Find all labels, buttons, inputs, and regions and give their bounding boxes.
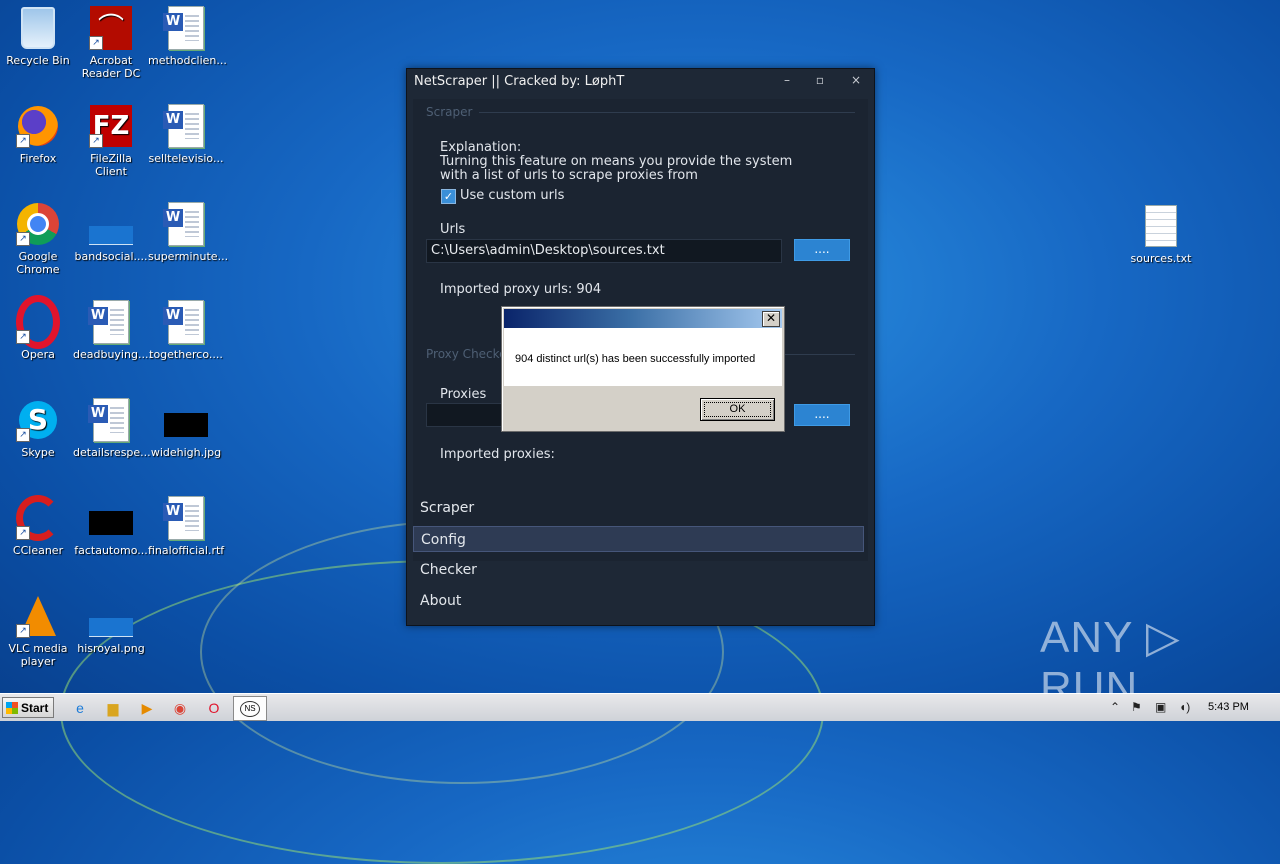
taskbar: Start e ▆ ▶ ◉ O NS ⌃ ⚑ ▣ ◖) 5:43 PM	[0, 693, 1280, 721]
scraper-group-title: Scraper	[426, 105, 473, 119]
app-titlebar[interactable]: NetScraper || Cracked by: LøphT – ▫ ×	[407, 69, 874, 93]
volume-icon[interactable]: ◖)	[1179, 700, 1190, 714]
action-center-flag-icon[interactable]: ⚑	[1131, 700, 1142, 714]
word-doc-icon: W	[163, 202, 208, 246]
word-doc-icon: W	[88, 398, 133, 442]
desktop-icon-doc[interactable]: W selltelevisio...	[148, 104, 224, 165]
checker-group-title: Proxy Checker	[426, 347, 512, 361]
file-explorer-icon[interactable]: ▆	[103, 698, 123, 718]
checkmark-icon: ✓	[443, 190, 454, 203]
desktop-icon-ccleaner[interactable]: ↗ CCleaner	[0, 495, 76, 557]
firefox-icon: ↗	[16, 104, 60, 148]
explanation-text: with a list of urls to scrape proxies fr…	[440, 168, 698, 183]
nav-item-checker[interactable]: Checker	[413, 557, 864, 583]
desktop-icon-vlc[interactable]: ↗ VLC media player	[0, 594, 76, 668]
desktop-icon-doc[interactable]: W togetherco....	[148, 300, 224, 361]
windows-flag-icon	[6, 702, 18, 714]
image-file-icon	[89, 202, 133, 246]
message-dialog: ✕ 904 distinct url(s) has been successfu…	[501, 306, 785, 432]
urls-label: Urls	[440, 222, 466, 237]
clock[interactable]: 5:43 PM	[1208, 701, 1249, 713]
vlc-icon: ↗	[16, 594, 60, 638]
proxies-label: Proxies	[440, 387, 487, 402]
media-player-icon[interactable]: ▶	[137, 698, 157, 718]
text-file-icon	[1139, 204, 1183, 248]
desktop-icon-image[interactable]: factautomo...	[73, 496, 149, 557]
start-label: Start	[21, 701, 49, 715]
network-icon[interactable]: ▣	[1155, 700, 1166, 714]
recycle-bin-icon	[16, 6, 60, 50]
urls-input[interactable]: C:\Users\admin\Desktop\sources.txt	[426, 239, 782, 263]
word-doc-icon: W	[163, 496, 208, 540]
desktop-icon-filezilla[interactable]: FZ ↗ FileZilla Client	[73, 104, 149, 178]
ccleaner-icon: ↗	[16, 495, 60, 541]
acrobat-icon: ⌒ ↗	[89, 6, 133, 50]
shortcut-arrow-icon: ↗	[16, 526, 30, 540]
image-file-icon	[89, 496, 133, 540]
desktop-icon-image[interactable]: widehigh.jpg	[148, 398, 224, 459]
word-doc-icon: W	[88, 300, 133, 344]
desktop-icon-opera[interactable]: ↗ Opera	[0, 295, 76, 361]
maximize-button[interactable]: ▫	[811, 73, 829, 87]
desktop-icon-doc[interactable]: W finalofficial.rtf	[148, 496, 224, 557]
desktop-icon-sources-txt[interactable]: sources.txt	[1123, 204, 1199, 265]
image-file-icon	[89, 594, 133, 638]
desktop-icon-doc[interactable]: W detailsrespe...	[73, 398, 151, 459]
explanation-text: Turning this feature on means you provid…	[440, 154, 793, 169]
shortcut-arrow-icon: ↗	[16, 330, 30, 344]
opera-icon: ↗	[16, 295, 60, 349]
dialog-titlebar[interactable]: ✕	[504, 309, 782, 328]
desktop-icon-doc[interactable]: W deadbuying....	[73, 300, 152, 361]
desktop-icon-image[interactable]: hisroyal.png	[73, 594, 149, 655]
desktop-icon-skype[interactable]: S ↗ Skype	[0, 398, 76, 459]
show-hidden-icons[interactable]: ⌃	[1110, 700, 1120, 714]
minimize-button[interactable]: –	[778, 73, 796, 87]
imported-proxies-label: Imported proxies:	[440, 447, 555, 462]
use-custom-urls-label: Use custom urls	[460, 188, 565, 203]
proxies-browse-button[interactable]: ....	[794, 404, 850, 426]
word-doc-icon: W	[163, 104, 208, 148]
opera-taskbar-icon[interactable]: O	[204, 698, 224, 718]
filezilla-icon: FZ ↗	[89, 104, 133, 148]
urls-browse-button[interactable]: ....	[794, 239, 850, 261]
imported-urls-count: Imported proxy urls: 904	[440, 282, 602, 297]
desktop-icon-doc[interactable]: W methodclien...	[148, 6, 227, 67]
close-button[interactable]: ×	[847, 73, 865, 87]
dialog-message: 904 distinct url(s) has been successfull…	[515, 353, 756, 365]
dialog-close-button[interactable]: ✕	[762, 311, 780, 327]
desktop-icon-chrome[interactable]: ↗ Google Chrome	[0, 202, 76, 276]
skype-icon: S ↗	[16, 398, 60, 442]
start-button[interactable]: Start	[2, 697, 54, 718]
internet-explorer-icon[interactable]: e	[70, 698, 90, 718]
shortcut-arrow-icon: ↗	[89, 134, 103, 148]
shortcut-arrow-icon: ↗	[16, 428, 30, 442]
desktop-icon-doc[interactable]: W superminute...	[148, 202, 228, 263]
desktop-icon-recycle-bin[interactable]: Recycle Bin	[0, 6, 76, 67]
chrome-icon: ↗	[16, 202, 60, 246]
chrome-taskbar-icon[interactable]: ◉	[170, 698, 190, 718]
side-nav: Scraper Config Checker About	[413, 493, 868, 623]
nav-item-scraper[interactable]: Scraper	[413, 495, 864, 521]
desktop-icon-firefox[interactable]: ↗ Firefox	[0, 104, 76, 165]
shortcut-arrow-icon: ↗	[16, 232, 30, 246]
desktop-icon-image[interactable]: bandsocial....	[73, 202, 149, 263]
nav-item-config[interactable]: Config	[413, 526, 864, 552]
use-custom-urls-checkbox[interactable]: ✓	[441, 189, 456, 204]
dialog-body: 904 distinct url(s) has been successfull…	[504, 328, 782, 386]
nav-item-about[interactable]: About	[413, 588, 864, 614]
app-title: NetScraper || Cracked by: LøphT	[414, 74, 625, 89]
group-divider	[479, 112, 855, 113]
shortcut-arrow-icon: ↗	[16, 134, 30, 148]
ok-button[interactable]: OK	[700, 398, 775, 421]
word-doc-icon: W	[163, 6, 208, 50]
image-file-icon	[164, 398, 208, 442]
netscraper-taskbar-icon: NS	[240, 701, 260, 717]
taskbar-netscraper[interactable]: NS	[233, 696, 267, 721]
shortcut-arrow-icon: ↗	[16, 624, 30, 638]
explanation-label: Explanation:	[440, 140, 522, 155]
word-doc-icon: W	[163, 300, 208, 344]
shortcut-arrow-icon: ↗	[89, 36, 103, 50]
desktop-icon-acrobat[interactable]: ⌒ ↗ Acrobat Reader DC	[73, 6, 149, 80]
